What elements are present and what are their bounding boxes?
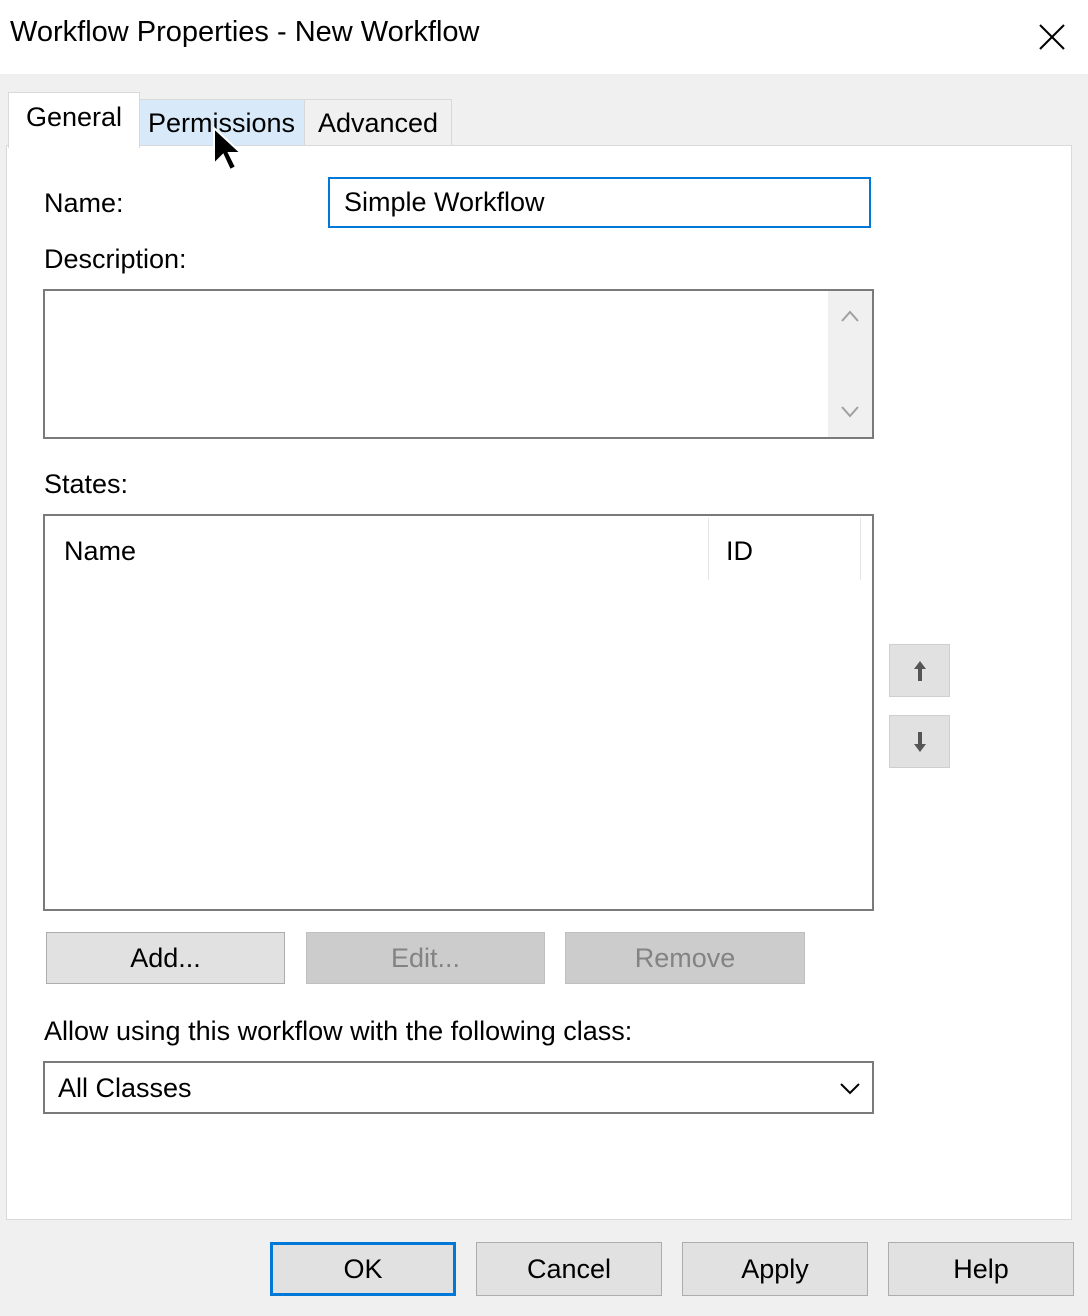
ok-label: OK xyxy=(343,1253,383,1284)
title-bar: Workflow Properties - New Workflow xyxy=(0,0,1088,74)
column-divider[interactable] xyxy=(860,518,861,580)
ok-button[interactable]: OK xyxy=(270,1242,456,1296)
cancel-label: Cancel xyxy=(526,1253,612,1284)
states-label: States: xyxy=(44,469,129,499)
states-list[interactable]: Name ID xyxy=(43,514,874,911)
tab-advanced-label: Advanced xyxy=(317,107,439,138)
arrow-down-icon xyxy=(913,731,926,752)
tab-permissions-label: Permissions xyxy=(147,107,296,138)
description-input[interactable] xyxy=(45,291,828,437)
move-up-button[interactable] xyxy=(889,644,950,697)
tab-advanced[interactable]: Advanced xyxy=(304,99,452,146)
apply-button[interactable]: Apply xyxy=(682,1242,868,1296)
add-state-button[interactable]: Add... xyxy=(46,932,285,984)
arrow-up-icon xyxy=(913,660,926,681)
scroll-up-icon[interactable] xyxy=(840,309,860,323)
name-input[interactable] xyxy=(328,177,871,228)
window-title: Workflow Properties - New Workflow xyxy=(10,16,480,48)
name-label: Name: xyxy=(44,188,124,218)
states-column-name[interactable]: Name xyxy=(64,536,136,567)
edit-state-label: Edit... xyxy=(390,942,461,973)
remove-state-button[interactable]: Remove xyxy=(565,932,805,984)
description-scrollbar[interactable] xyxy=(828,291,872,437)
class-select[interactable]: All Classes xyxy=(43,1061,874,1114)
class-label: Allow using this workflow with the follo… xyxy=(44,1016,633,1046)
close-button[interactable] xyxy=(1016,0,1088,74)
apply-label: Apply xyxy=(741,1253,809,1284)
description-field xyxy=(43,289,874,439)
edit-state-button[interactable]: Edit... xyxy=(306,932,545,984)
column-divider[interactable] xyxy=(708,518,709,580)
tab-permissions[interactable]: Permissions xyxy=(138,99,305,146)
tab-general-label: General xyxy=(25,102,123,132)
states-column-id[interactable]: ID xyxy=(726,536,753,567)
scroll-down-icon[interactable] xyxy=(840,405,860,419)
help-button[interactable]: Help xyxy=(888,1242,1074,1296)
description-label: Description: xyxy=(44,244,187,274)
tab-general[interactable]: General xyxy=(8,92,140,148)
chevron-down-icon xyxy=(840,1083,860,1095)
help-label: Help xyxy=(953,1253,1009,1284)
remove-state-label: Remove xyxy=(634,942,736,973)
move-down-button[interactable] xyxy=(889,715,950,768)
add-state-label: Add... xyxy=(130,942,201,973)
cancel-button[interactable]: Cancel xyxy=(476,1242,662,1296)
class-selected-value: All Classes xyxy=(58,1073,192,1103)
close-icon xyxy=(1039,24,1065,50)
